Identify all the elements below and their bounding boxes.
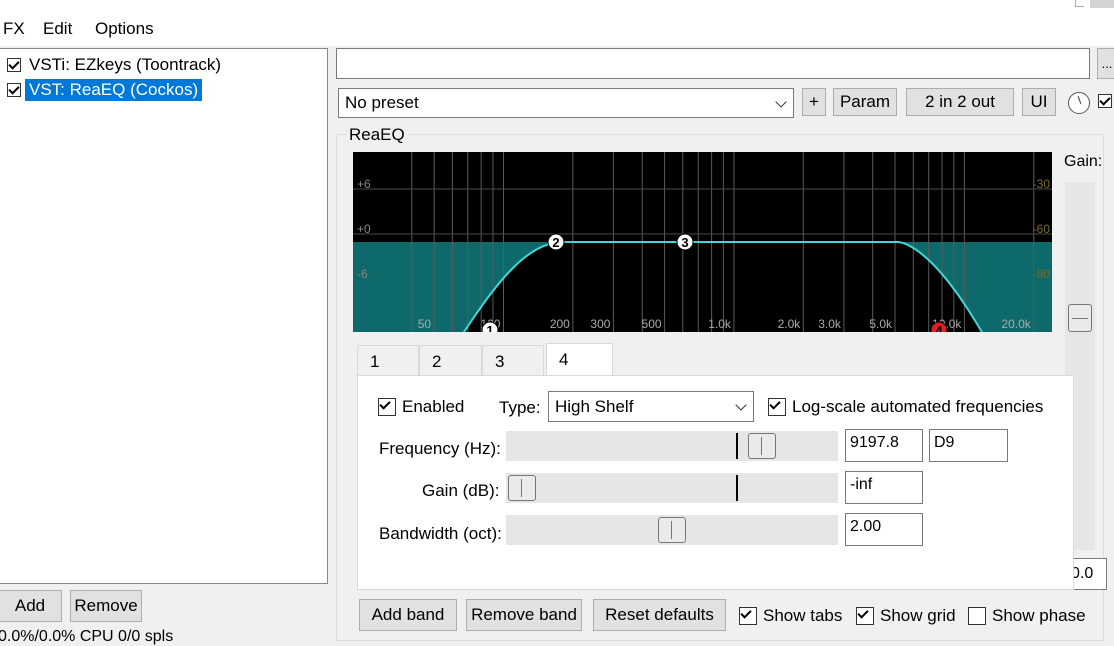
plugin-label: VSTi: EZkeys (Toontrack) [29,55,222,74]
remove-fx-button[interactable]: Remove [70,590,142,622]
add-band-button[interactable]: Add band [359,599,457,631]
tab-2[interactable]: 2 [419,345,482,375]
io-routing-button[interactable]: 2 in 2 out [906,88,1014,116]
menu-edit[interactable]: Edit [43,19,72,39]
band-gain-slider-thumb[interactable] [508,475,536,501]
bandwidth-slider[interactable] [506,515,838,545]
chevron-down-icon [735,399,747,411]
menu-bar [0,0,1114,46]
logscale-checkbox[interactable] [768,398,786,416]
ui-button[interactable]: UI [1022,88,1056,116]
type-label: Type: [499,398,541,417]
tab-4[interactable]: 4 [546,343,613,376]
tab-3[interactable]: 3 [482,345,544,375]
band-gain-label: Gain (dB): [422,481,500,500]
db-label-left: +6 [357,177,371,191]
enabled-toggle[interactable]: Enabled [378,397,464,417]
show-phase-label: Show phase [992,606,1086,625]
frequency-tick-label: 500 [642,317,662,331]
type-value: High Shelf [555,396,634,416]
bandwidth-label: Bandwidth (oct): [379,524,502,543]
logscale-label: Log-scale automated frequencies [792,397,1044,416]
band-marker-3[interactable]: 3 [676,233,694,251]
window-control-icon[interactable] [1075,0,1084,7]
db-label-left: +0 [357,222,371,236]
db-label-left: -6 [357,267,368,281]
frequency-tick-label: 200 [550,317,570,331]
param-button[interactable]: Param [833,88,897,116]
frequency-tick-label: 2.0k [778,317,802,331]
remove-band-button[interactable]: Remove band [466,599,582,631]
enabled-checkbox[interactable] [378,398,396,416]
plugin-title: ReaEQ [346,125,408,145]
plugin-label: VST: ReaEQ (Cockos) [25,79,203,101]
gain-label: Gain: [1064,153,1103,170]
band-marker-label: 1 [486,323,493,332]
slider-center-mark [736,433,738,459]
frequency-tick-label: 3.0k [818,317,842,331]
slider-center-mark [736,475,738,501]
band-gain-field[interactable]: -inf [845,471,923,504]
db-label-right: -60 [1033,222,1051,236]
band-gain-slider[interactable] [506,473,838,503]
plugin-enable-checkbox[interactable] [7,83,21,97]
cpu-status: 0.0%/0.0% CPU 0/0 spls [0,628,174,645]
reset-defaults-button[interactable]: Reset defaults [593,599,726,631]
frequency-slider[interactable] [506,431,838,461]
band-marker-label: 2 [552,235,559,250]
type-select[interactable]: High Shelf [548,391,754,422]
frequency-tick-label: 20.0k [1001,317,1031,331]
list-item-ezkeys[interactable]: VSTi: EZkeys (Toontrack) [7,54,221,76]
bypass-checkbox[interactable] [1098,94,1112,108]
band-marker-label: 4 [935,323,943,332]
enabled-label: Enabled [402,397,465,416]
frequency-tick-label: 50 [418,317,432,331]
bandwidth-slider-thumb[interactable] [658,517,686,543]
frequency-tick-label: 300 [590,317,610,331]
tab-1[interactable]: 1 [357,345,419,375]
menu-options[interactable]: Options [95,19,154,39]
plugin-enable-checkbox[interactable] [7,58,21,72]
eq-graph-svg: +6-30+0-60-6-90 501002003005001.0k2.0k3.… [353,152,1052,332]
preset-add-button[interactable]: + [802,88,826,116]
show-tabs-toggle[interactable]: Show tabs [739,606,842,626]
chevron-down-icon [775,96,787,108]
preset-select[interactable]: No preset [338,88,794,118]
frequency-slider-thumb[interactable] [748,433,776,459]
eq-graph[interactable]: +6-30+0-60-6-90 501002003005001.0k2.0k3.… [353,152,1052,332]
db-label-right: -90 [1033,267,1051,281]
menu-fx[interactable]: FX [3,19,25,39]
wet-knob-icon[interactable] [1068,92,1090,114]
show-tabs-checkbox[interactable] [739,607,757,625]
show-grid-label: Show grid [880,606,956,625]
show-phase-checkbox[interactable] [968,607,986,625]
fx-chain-list[interactable]: VSTi: EZkeys (Toontrack) VST: ReaEQ (Coc… [0,48,328,584]
list-item-reaeq[interactable]: VST: ReaEQ (Cockos) [7,79,203,101]
db-label-right: -30 [1033,177,1051,191]
frequency-field[interactable]: 9197.8 [845,429,923,462]
gain-slider-thumb[interactable] [1068,304,1092,333]
window-close-area[interactable] [1090,0,1114,8]
bandwidth-field[interactable]: 2.00 [845,513,923,546]
show-phase-toggle[interactable]: Show phase [968,606,1086,626]
show-grid-checkbox[interactable] [856,607,874,625]
frequency-tick-label: 1.0k [708,317,732,331]
show-grid-toggle[interactable]: Show grid [856,606,956,626]
add-fx-button[interactable]: Add [0,590,62,622]
fx-name-field[interactable] [336,48,1090,79]
show-tabs-label: Show tabs [763,606,843,625]
more-button[interactable]: ... [1097,48,1114,79]
band-marker-2[interactable]: 2 [547,233,565,251]
band-marker-label: 3 [681,235,688,250]
frequency-label: Frequency (Hz): [379,439,501,458]
logscale-toggle[interactable]: Log-scale automated frequencies [768,397,1043,417]
preset-value: No preset [345,93,419,112]
frequency-tick-label: 5.0k [869,317,893,331]
note-field[interactable]: D9 [929,429,1008,462]
